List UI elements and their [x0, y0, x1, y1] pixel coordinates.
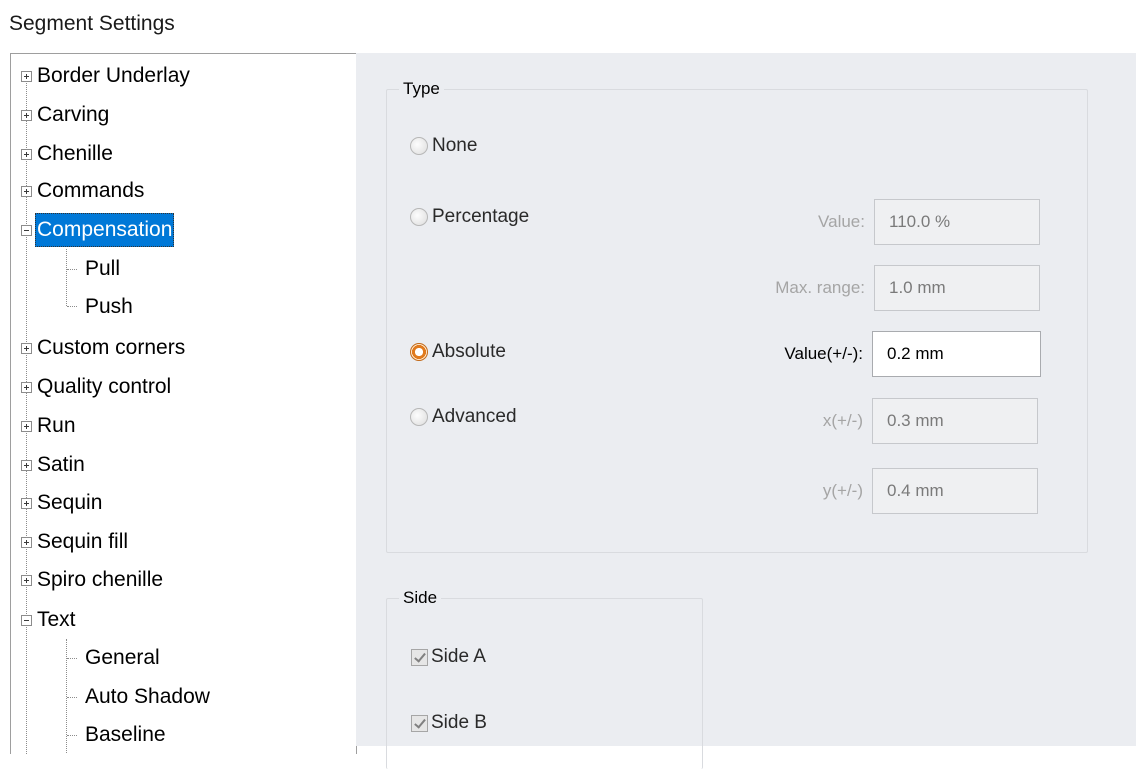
- expand-icon[interactable]: [21, 343, 32, 354]
- settings-tree[interactable]: Border Underlay Carving Chenille Command…: [10, 53, 357, 754]
- max-range-label: Max. range:: [775, 278, 865, 297]
- tree-item-label: Run: [37, 414, 76, 437]
- tree-connector: [67, 306, 77, 307]
- tree-item-label: Auto Shadow: [85, 685, 210, 708]
- tree-item-label: Push: [85, 295, 133, 318]
- tree-connector: [67, 735, 77, 736]
- x-label: x(+/-): [822, 411, 863, 430]
- tree-connector: [67, 697, 77, 698]
- tree-item-pull[interactable]: Pull: [85, 252, 120, 286]
- tree-item-label: General: [85, 646, 160, 669]
- tree-item-label: Text: [37, 608, 76, 631]
- expand-icon[interactable]: [21, 382, 32, 393]
- tree-item-label: Spiro chenille: [37, 568, 164, 591]
- tree-item-general[interactable]: General: [85, 641, 160, 675]
- tree-item-label: Sequin fill: [37, 530, 129, 553]
- tree-item-label: Pull: [85, 257, 121, 280]
- expand-icon[interactable]: [21, 460, 32, 471]
- expand-icon[interactable]: [21, 71, 32, 82]
- side-b-checkbox[interactable]: [411, 715, 428, 732]
- window-title: Segment Settings: [9, 12, 175, 35]
- tree-item-label: Commands: [37, 179, 145, 202]
- tree-connector: [26, 74, 27, 754]
- expand-icon[interactable]: [21, 498, 32, 509]
- side-group: Side Side A Side B: [386, 588, 703, 769]
- y-label: y(+/-): [822, 481, 863, 500]
- radio-absolute[interactable]: [410, 343, 428, 361]
- tree-item-label: Chenille: [37, 142, 113, 165]
- side-group-title: Side: [399, 588, 442, 608]
- side-a-label[interactable]: Side A: [431, 646, 486, 668]
- tree-item-label: Quality control: [37, 375, 172, 398]
- type-group-title: Type: [399, 79, 444, 99]
- percentage-value-field[interactable]: 110.0 %: [874, 199, 1040, 245]
- expand-icon[interactable]: [21, 537, 32, 548]
- y-value-field[interactable]: 0.4 mm: [872, 468, 1038, 514]
- tree-item-label: Baseline: [85, 723, 166, 746]
- tree-item-auto-shadow[interactable]: Auto Shadow: [85, 680, 210, 714]
- tree-connector-compensation: [66, 249, 67, 306]
- tree-item-baseline[interactable]: Baseline: [85, 718, 166, 752]
- radio-absolute-label[interactable]: Absolute: [432, 341, 506, 363]
- settings-panel: Type None Percentage Value: 110.0 % Max.…: [356, 53, 1136, 769]
- expand-icon[interactable]: [21, 110, 32, 121]
- tree-connector: [67, 269, 77, 270]
- tree-item-push[interactable]: Push: [85, 290, 133, 324]
- type-group: Type None Percentage Value: 110.0 % Max.…: [386, 79, 1088, 553]
- value-label: Value:: [818, 212, 865, 231]
- radio-none-label[interactable]: None: [432, 135, 477, 157]
- tree-item-label: Compensation: [35, 213, 175, 247]
- expand-icon[interactable]: [21, 575, 32, 586]
- radio-percentage-label[interactable]: Percentage: [432, 206, 529, 228]
- expand-icon[interactable]: [21, 186, 32, 197]
- expand-icon[interactable]: [21, 421, 32, 432]
- tree-item-label: Sequin: [37, 491, 103, 514]
- tree-item-label: Custom corners: [37, 336, 186, 359]
- tree-item-label: Border Underlay: [37, 64, 190, 87]
- radio-advanced-label[interactable]: Advanced: [432, 406, 517, 428]
- expand-icon[interactable]: [21, 149, 32, 160]
- side-a-checkbox[interactable]: [411, 649, 428, 666]
- x-value-field[interactable]: 0.3 mm: [872, 398, 1038, 444]
- max-range-field[interactable]: 1.0 mm: [874, 265, 1040, 311]
- collapse-icon[interactable]: [21, 615, 32, 626]
- radio-none[interactable]: [410, 137, 428, 155]
- abs-value-label: Value(+/-):: [784, 344, 863, 363]
- side-b-label[interactable]: Side B: [431, 712, 487, 734]
- absolute-value-field[interactable]: 0.2 mm: [872, 331, 1041, 377]
- radio-percentage[interactable]: [410, 208, 428, 226]
- collapse-icon[interactable]: [21, 225, 32, 236]
- tree-connector: [67, 658, 77, 659]
- tree-item-label: Carving: [37, 103, 110, 126]
- tree-item-label: Satin: [37, 453, 85, 476]
- radio-advanced[interactable]: [410, 408, 428, 426]
